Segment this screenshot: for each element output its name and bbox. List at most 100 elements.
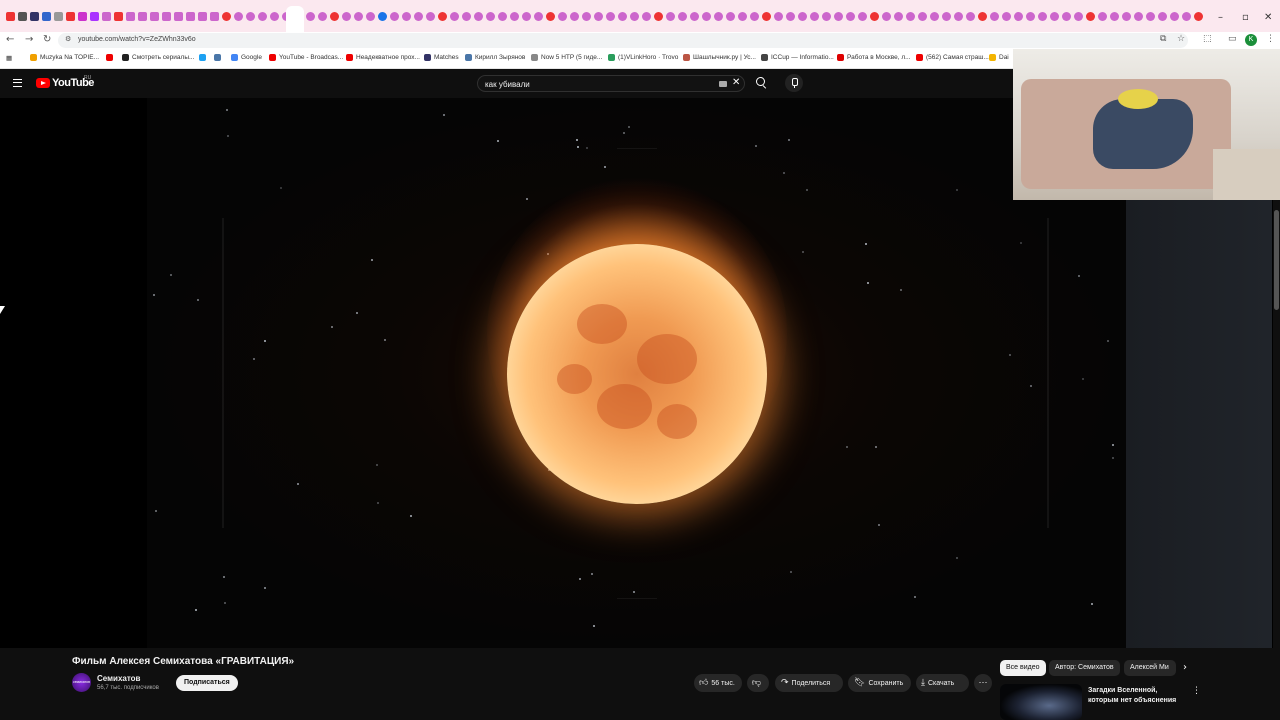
tab-favicon[interactable] (414, 12, 423, 21)
tab-favicon[interactable] (1086, 12, 1095, 21)
tab-favicon[interactable] (558, 12, 567, 21)
tab-favicon[interactable] (462, 12, 471, 21)
tab-favicon[interactable] (486, 12, 495, 21)
recommendation-menu-icon[interactable]: ⋮ (1192, 686, 1201, 696)
tab-favicon[interactable] (426, 12, 435, 21)
bookmark-item[interactable]: ICCup — Informatio... (761, 54, 834, 61)
tab-favicon[interactable] (1158, 12, 1167, 21)
subscribe-button[interactable]: Подписаться (176, 675, 238, 691)
tab-favicon[interactable] (570, 12, 579, 21)
chevron-right-icon[interactable]: › (1183, 662, 1187, 673)
tab-favicon[interactable] (1014, 12, 1023, 21)
tab-favicon[interactable] (450, 12, 459, 21)
sidebar-icon[interactable]: ▭ (1228, 34, 1237, 44)
tab-favicon[interactable] (1074, 12, 1083, 21)
tab-favicon[interactable] (1110, 12, 1119, 21)
tab-favicon[interactable] (18, 12, 27, 21)
tab-favicon[interactable] (1182, 12, 1191, 21)
tab-favicon[interactable] (102, 12, 111, 21)
channel-name[interactable]: Семихатов (97, 674, 140, 683)
tab-favicon[interactable] (366, 12, 375, 21)
bookmark-item[interactable]: Кирилл Зырянов (465, 54, 525, 61)
bookmark-item[interactable]: Шашлычник.ру | Ус... (683, 54, 756, 61)
bookmark-item[interactable]: Matches (424, 54, 459, 61)
tab-favicon[interactable] (990, 12, 999, 21)
url-text[interactable]: youtube.com/watch?v=ZeZWhn33v6o (78, 36, 196, 43)
microphone-icon[interactable] (785, 74, 803, 92)
browser-menu-icon[interactable]: ⋮ (1266, 34, 1275, 44)
tab-favicon[interactable] (702, 12, 711, 21)
tab-favicon[interactable] (246, 12, 255, 21)
tab-favicon[interactable] (90, 12, 99, 21)
search-input[interactable] (485, 78, 715, 90)
tab-favicon[interactable] (510, 12, 519, 21)
tab-favicon[interactable] (882, 12, 891, 21)
tab-favicon[interactable] (1038, 12, 1047, 21)
bookmark-item[interactable]: Dai (989, 54, 1009, 61)
tab-favicon[interactable] (822, 12, 831, 21)
tab-favicon[interactable] (582, 12, 591, 21)
scrollbar-thumb[interactable] (1274, 210, 1279, 310)
site-info-icon[interactable]: ⚙ (65, 35, 71, 43)
tab-favicon[interactable] (678, 12, 687, 21)
recommendation-thumbnail[interactable] (1000, 684, 1082, 720)
tab-favicon[interactable] (6, 12, 15, 21)
tab-favicon[interactable] (186, 12, 195, 21)
tab-favicon[interactable] (726, 12, 735, 21)
tab-favicon[interactable] (1170, 12, 1179, 21)
bookmark-item[interactable]: (562) Самая страш... (916, 54, 989, 61)
bookmark-item[interactable]: Неадекватное прох... (346, 54, 420, 61)
bookmark-item[interactable]: Работа в Москве, л... (837, 54, 911, 61)
tab-favicon[interactable] (978, 12, 987, 21)
tab-favicon[interactable] (126, 12, 135, 21)
tab-favicon[interactable] (798, 12, 807, 21)
chip-all-videos[interactable]: Все видео (1000, 660, 1046, 676)
search-box[interactable]: ✕ (477, 75, 745, 92)
search-icon[interactable] (752, 74, 770, 92)
tab-favicon[interactable] (318, 12, 327, 21)
tab-favicon[interactable] (162, 12, 171, 21)
tab-favicon[interactable] (222, 12, 231, 21)
bookmark-item[interactable]: YouTube - Broadcas... (269, 54, 343, 61)
bookmark-star-icon[interactable]: ☆ (1177, 34, 1185, 44)
tab-favicon[interactable] (1122, 12, 1131, 21)
back-icon[interactable]: ← (6, 34, 14, 45)
tab-favicon[interactable] (690, 12, 699, 21)
tab-favicon[interactable] (762, 12, 771, 21)
tab-favicon[interactable] (750, 12, 759, 21)
tab-favicon[interactable] (774, 12, 783, 21)
tab-favicon[interactable] (1050, 12, 1059, 21)
tab-favicon[interactable] (138, 12, 147, 21)
clear-search-icon[interactable]: ✕ (732, 77, 740, 88)
tab-favicon[interactable] (594, 12, 603, 21)
tab-favicon[interactable] (786, 12, 795, 21)
tab-favicon[interactable] (906, 12, 915, 21)
tab-favicon[interactable] (930, 12, 939, 21)
tab-favicon[interactable] (306, 12, 315, 21)
tab-favicon[interactable] (954, 12, 963, 21)
bookmark-item[interactable]: Смотреть сериалы... (122, 54, 194, 61)
tab-favicon[interactable] (342, 12, 351, 21)
active-tab[interactable] (286, 6, 304, 32)
tab-favicon[interactable] (714, 12, 723, 21)
tab-favicon[interactable] (1146, 12, 1155, 21)
chip-author[interactable]: Автор: Семихатов (1049, 660, 1120, 676)
bookmark-item[interactable] (199, 54, 206, 61)
apps-grid-icon[interactable]: ▦ (6, 54, 12, 62)
tab-favicon[interactable] (870, 12, 879, 21)
tab-favicon[interactable] (942, 12, 951, 21)
minimize-icon[interactable]: – (1218, 12, 1223, 23)
close-window-icon[interactable]: ✕ (1264, 12, 1272, 23)
tab-favicon[interactable] (150, 12, 159, 21)
address-bar[interactable]: ⚙ youtube.com/watch?v=ZeZWhn33v6o (58, 33, 1188, 48)
keyboard-icon[interactable] (719, 81, 727, 87)
tab-favicon[interactable] (474, 12, 483, 21)
install-icon[interactable]: ⧉ (1160, 34, 1166, 44)
tab-favicon[interactable] (1062, 12, 1071, 21)
tab-favicon[interactable] (438, 12, 447, 21)
like-button[interactable]: 👍︎ 56 тыс. (694, 674, 742, 692)
recommendation-title[interactable]: Загадки Вселенной, которым нет объяснени… (1088, 686, 1188, 706)
tab-favicon[interactable] (402, 12, 411, 21)
tab-favicon[interactable] (174, 12, 183, 21)
tab-favicon[interactable] (258, 12, 267, 21)
